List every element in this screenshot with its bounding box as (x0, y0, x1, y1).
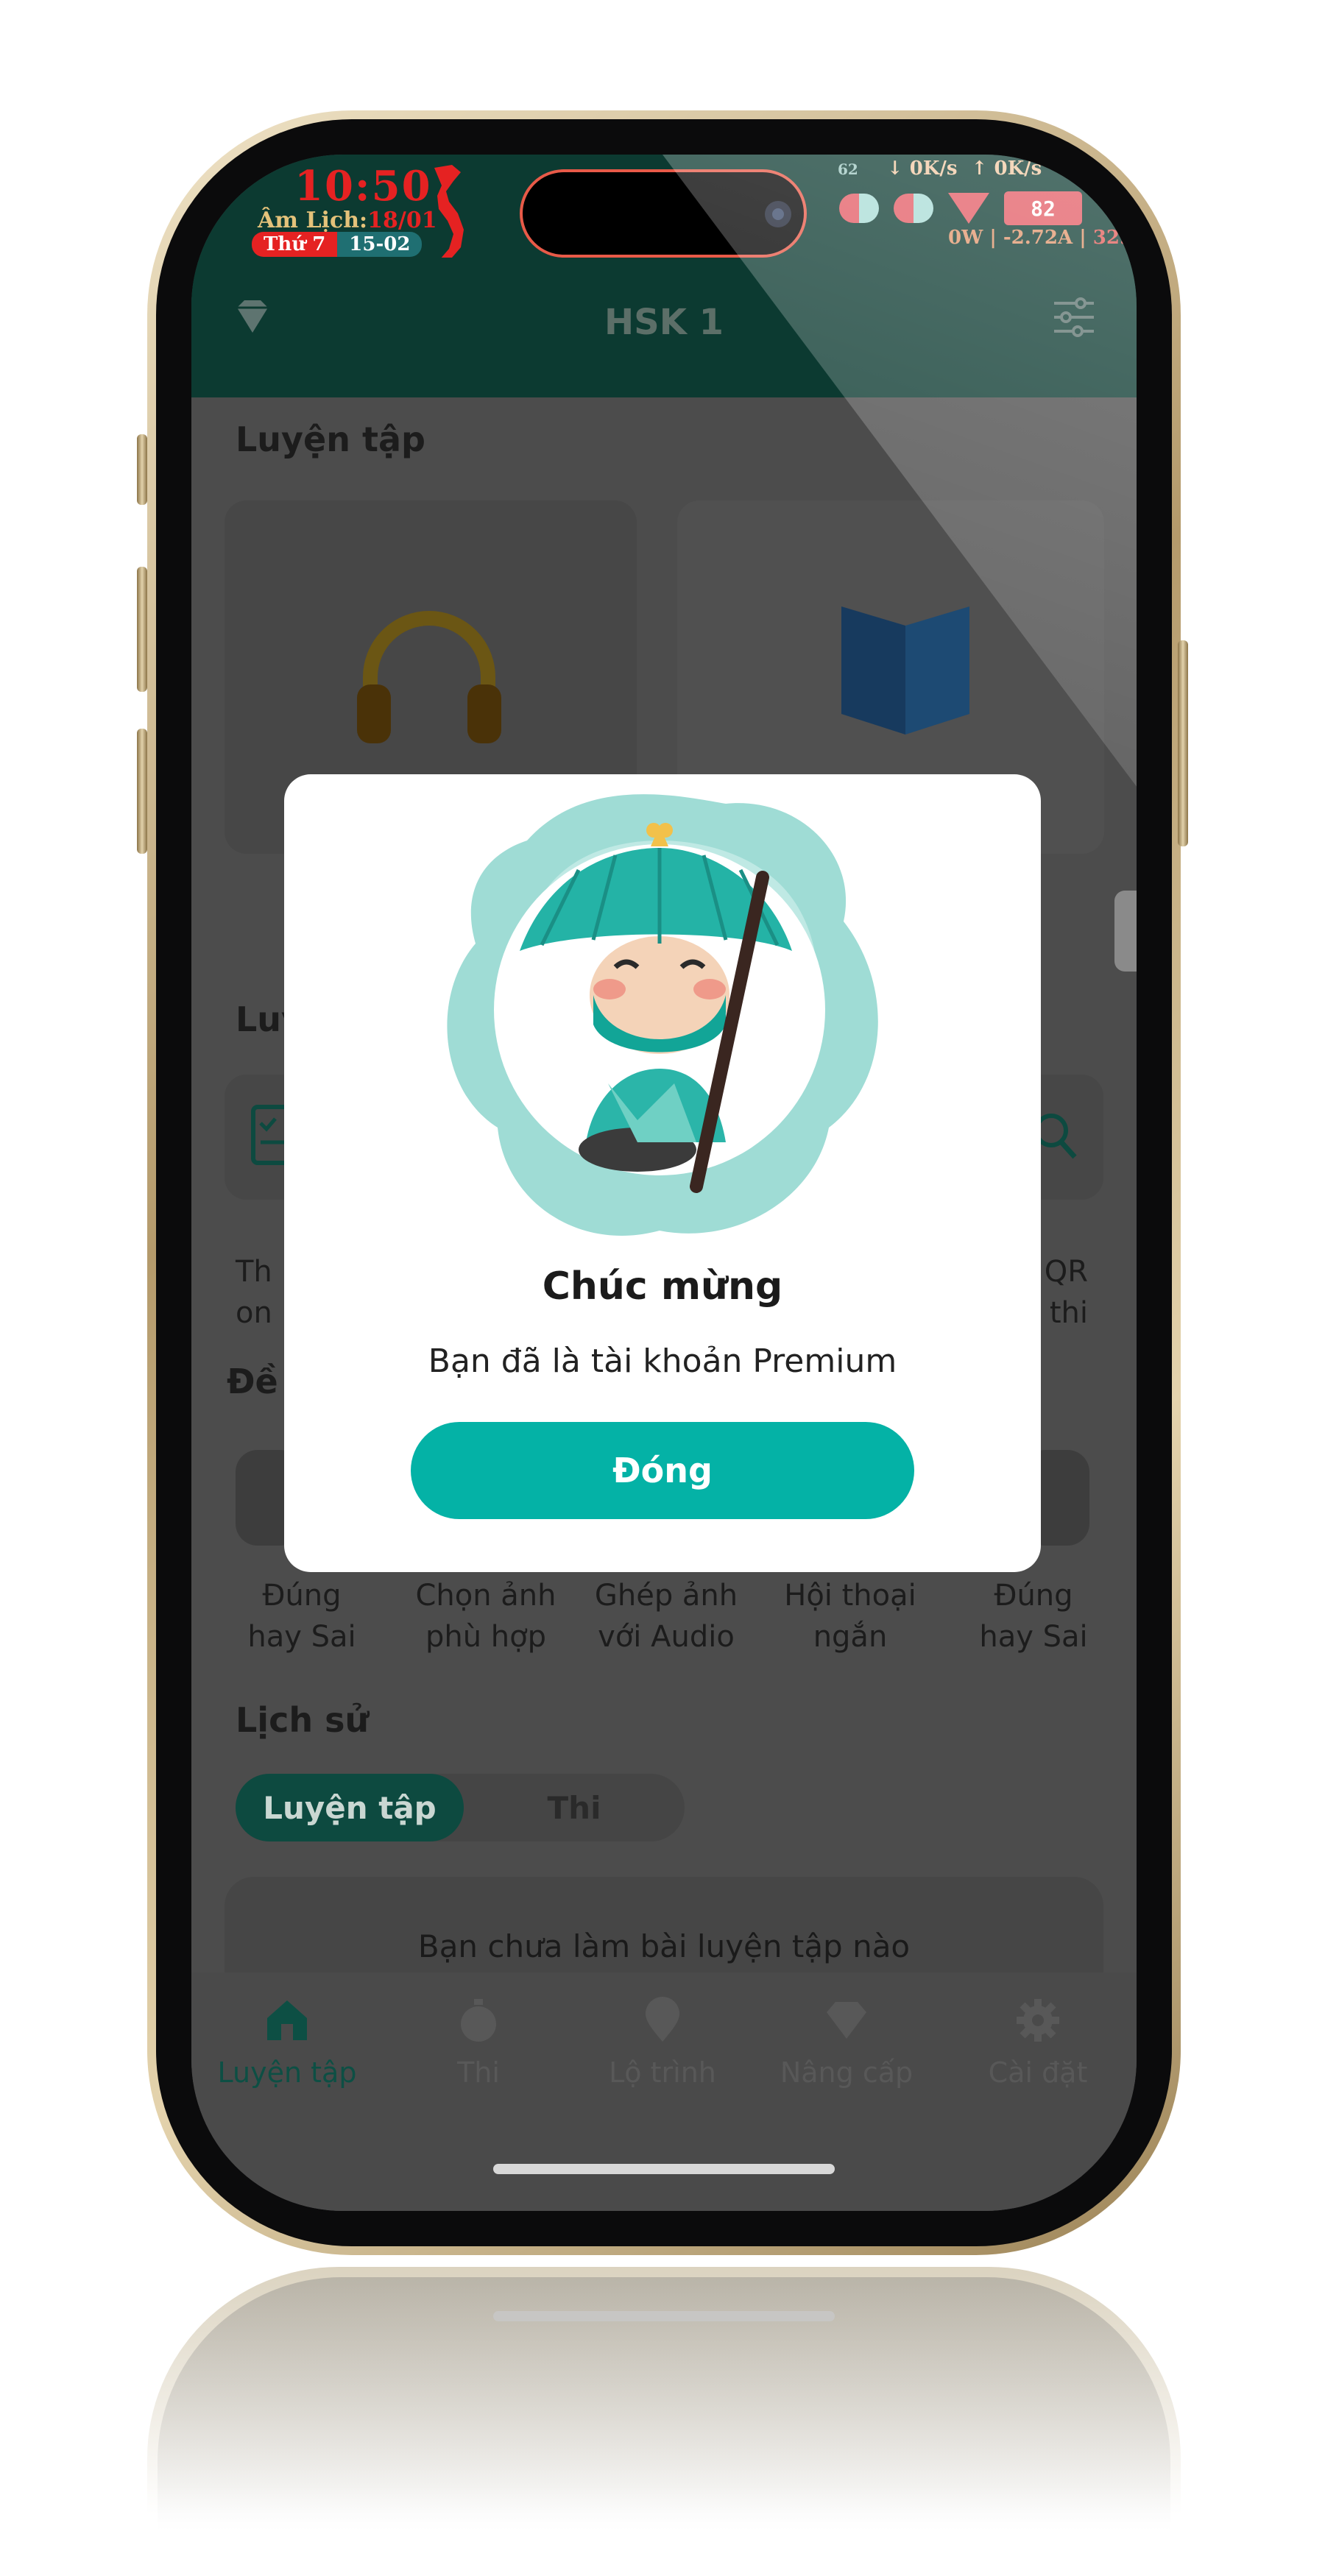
bottom-nav: Luyện tập Thi Lộ trình Nâng cấp Cài đặt (191, 1972, 1137, 2211)
signal-icon (948, 193, 989, 224)
exam-type-short-dialogue[interactable]: Hội thoại ngắn (769, 1575, 931, 1657)
home-icon (267, 2000, 307, 2040)
exam-type-match-audio[interactable]: Ghép ảnh với Audio (585, 1575, 747, 1657)
exam-type-label-line1: Đúng (262, 1579, 342, 1613)
tool-label-left-line1: Th (236, 1255, 272, 1289)
nav-label: Nâng cấp (780, 2056, 914, 2089)
floating-side-handle[interactable] (1114, 891, 1137, 972)
tool-label-left: Th on (236, 1251, 272, 1334)
battery-indicator: 82 (1004, 191, 1082, 225)
premium-success-dialog: Chúc mừng Bạn đã là tài khoản Premium Đó… (284, 774, 1041, 1572)
close-button[interactable]: Đóng (411, 1422, 914, 1519)
gear-icon (1017, 1999, 1059, 2042)
open-book-icon (841, 606, 969, 735)
location-pin-icon (646, 1997, 679, 2042)
download-speed: ↓ 0K/s (886, 158, 958, 180)
exam-type-label-line2: ngắn (813, 1620, 888, 1654)
exam-type-label-line2: hay Sai (979, 1620, 1088, 1654)
status-clock: 10:50 (294, 162, 432, 210)
exam-type-choose-image[interactable]: Chọn ảnh phù hợp (405, 1575, 567, 1657)
ninja-mascot-illustration (447, 794, 878, 1236)
nav-label: Cài đặt (988, 2056, 1088, 2089)
tab-exam[interactable]: Thi (464, 1774, 685, 1841)
power-readout: 0W | -2.72A | 32.0°C (948, 227, 1137, 249)
exam-type-label-line1: Đúng (994, 1579, 1073, 1613)
section-3-title: Đề (227, 1362, 278, 1401)
stopwatch-icon (461, 1999, 496, 2042)
nav-practice[interactable]: Luyện tập (206, 1995, 368, 2089)
exam-type-true-false-2[interactable]: Đúng hay Sai (953, 1575, 1114, 1657)
vietnam-map-icon (434, 165, 464, 265)
history-empty-card: Bạn chưa làm bài luyện tập nào (225, 1877, 1103, 1980)
lunar-date: Âm Lịch:18/01 (258, 208, 437, 233)
dialog-message: Bạn đã là tài khoản Premium (428, 1342, 897, 1380)
wifi-icon (839, 194, 879, 223)
nav-exam[interactable]: Thi (398, 1995, 559, 2089)
solar-date: 15-02 (337, 232, 423, 257)
tool-label-left-line2: on (236, 1296, 272, 1330)
page-title: HSK 1 (604, 302, 724, 343)
battery-temperature: 32.0°C (1092, 227, 1137, 249)
practice-section-title: Luyện tập (236, 420, 425, 459)
power-watt: 0W (948, 227, 983, 249)
nav-roadmap[interactable]: Lộ trình (582, 1995, 743, 2089)
exam-type-label-line2: hay Sai (247, 1620, 356, 1654)
exam-type-label-line1: Hội thoại (784, 1579, 916, 1613)
nav-label: Luyện tập (217, 2056, 357, 2089)
cellular-icon (894, 194, 933, 223)
diamond-icon (827, 2002, 866, 2039)
upload-speed: ↑ 0K/s (971, 158, 1042, 180)
front-camera-icon (765, 201, 791, 227)
nav-label: Thi (457, 2056, 500, 2089)
phone-reflection-screen (158, 2277, 1170, 2576)
battery-current: -2.72A (1003, 227, 1073, 249)
status-icons: 82 (839, 191, 1082, 225)
history-empty-text: Bạn chưa làm bài luyện tập nào (417, 1928, 911, 1964)
nav-settings[interactable]: Cài đặt (957, 1995, 1119, 2089)
nav-upgrade[interactable]: Nâng cấp (766, 1995, 928, 2089)
date-badge: Thứ 7 15-02 (252, 232, 423, 257)
home-indicator[interactable] (493, 2164, 835, 2174)
filter-settings-icon[interactable] (1051, 294, 1097, 340)
exam-type-label-line2: với Audio (598, 1620, 735, 1654)
exam-type-true-false[interactable]: Đúng hay Sai (221, 1575, 383, 1657)
dialog-title: Chúc mừng (542, 1264, 783, 1309)
weekday: Thứ 7 (252, 232, 338, 257)
volume-up-button (137, 567, 147, 692)
nav-label: Lộ trình (609, 2056, 716, 2089)
volume-down-button (137, 729, 147, 854)
lunar-label: Âm Lịch: (258, 208, 368, 233)
dynamic-island (520, 169, 807, 258)
app-header: HSK 1 (191, 258, 1137, 397)
history-section-title: Lịch sử (236, 1700, 370, 1740)
phone-reflection (147, 2267, 1181, 2576)
action-button (137, 434, 147, 505)
tab-practice[interactable]: Luyện tập (236, 1774, 464, 1841)
exam-type-label-line1: Chọn ảnh (415, 1579, 556, 1613)
exam-type-label-line1: Ghép ảnh (594, 1579, 738, 1613)
signal-strength: 62 (838, 160, 858, 178)
exam-type-label-line2: phù hợp (425, 1620, 547, 1654)
history-tabs: Luyện tập Thi (236, 1774, 685, 1841)
power-button (1178, 640, 1188, 846)
network-speed: 62 ↓ 0K/s ↑ 0K/s (838, 158, 1042, 180)
reflection-home-bar (493, 2311, 835, 2321)
headphones-icon (357, 611, 501, 743)
